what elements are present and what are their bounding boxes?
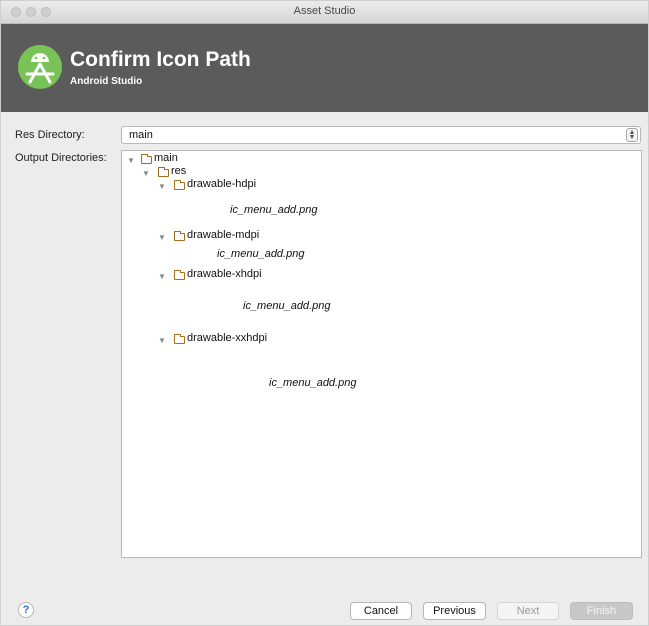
res-directory-value: main	[129, 129, 153, 141]
select-stepper-icon: ▲ ▼	[626, 128, 638, 142]
finish-button[interactable]: Finish	[570, 602, 633, 620]
folder-icon	[174, 270, 185, 280]
tree-node-drawable-mdpi[interactable]: drawable-mdpi	[187, 229, 259, 241]
expand-triangle-icon[interactable]: ▼	[158, 182, 166, 191]
tree-file-xxhdpi[interactable]: ic_menu_add.png	[269, 377, 356, 389]
tree-node-res[interactable]: res	[171, 165, 186, 177]
wizard-header: Confirm Icon Path Android Studio	[1, 24, 648, 112]
tree-file-xhdpi[interactable]: ic_menu_add.png	[243, 300, 330, 312]
tree-file-mdpi[interactable]: ic_menu_add.png	[217, 248, 304, 260]
folder-icon	[141, 154, 152, 164]
folder-icon	[174, 180, 185, 190]
expand-triangle-icon[interactable]: ▼	[158, 233, 166, 242]
tree-file-hdpi[interactable]: ic_menu_add.png	[230, 204, 317, 216]
window-title: Asset Studio	[293, 5, 356, 17]
expand-triangle-icon[interactable]: ▼	[127, 156, 135, 165]
header-subtitle: Android Studio	[70, 76, 143, 87]
asset-studio-window: Asset Studio Confirm Icon Path Android S…	[0, 0, 649, 626]
help-button[interactable]: ?	[18, 602, 34, 618]
output-directories-label: Output Directories:	[15, 152, 107, 164]
tree-node-drawable-xxhdpi[interactable]: drawable-xxhdpi	[187, 332, 267, 344]
tree-node-drawable-hdpi[interactable]: drawable-hdpi	[187, 178, 256, 190]
expand-triangle-icon[interactable]: ▼	[158, 336, 166, 345]
next-button[interactable]: Next	[497, 602, 559, 620]
res-directory-select[interactable]: main ▲ ▼	[121, 126, 641, 144]
output-directories-tree[interactable]: ▼ main ▼ res ▼ drawable-hdpi ic_menu_add…	[121, 150, 642, 558]
previous-button[interactable]: Previous	[423, 602, 486, 620]
folder-icon	[174, 231, 185, 241]
tree-node-drawable-xhdpi[interactable]: drawable-xhdpi	[187, 268, 262, 280]
folder-icon	[158, 167, 169, 177]
folder-icon	[174, 334, 185, 344]
expand-triangle-icon[interactable]: ▼	[158, 272, 166, 281]
cancel-button[interactable]: Cancel	[350, 602, 412, 620]
tree-node-main[interactable]: main	[154, 152, 178, 164]
title-bar: Asset Studio	[1, 1, 648, 24]
android-studio-logo-icon	[18, 45, 62, 89]
res-directory-label: Res Directory:	[15, 129, 85, 141]
header-title: Confirm Icon Path	[70, 48, 251, 71]
expand-triangle-icon[interactable]: ▼	[142, 169, 150, 178]
